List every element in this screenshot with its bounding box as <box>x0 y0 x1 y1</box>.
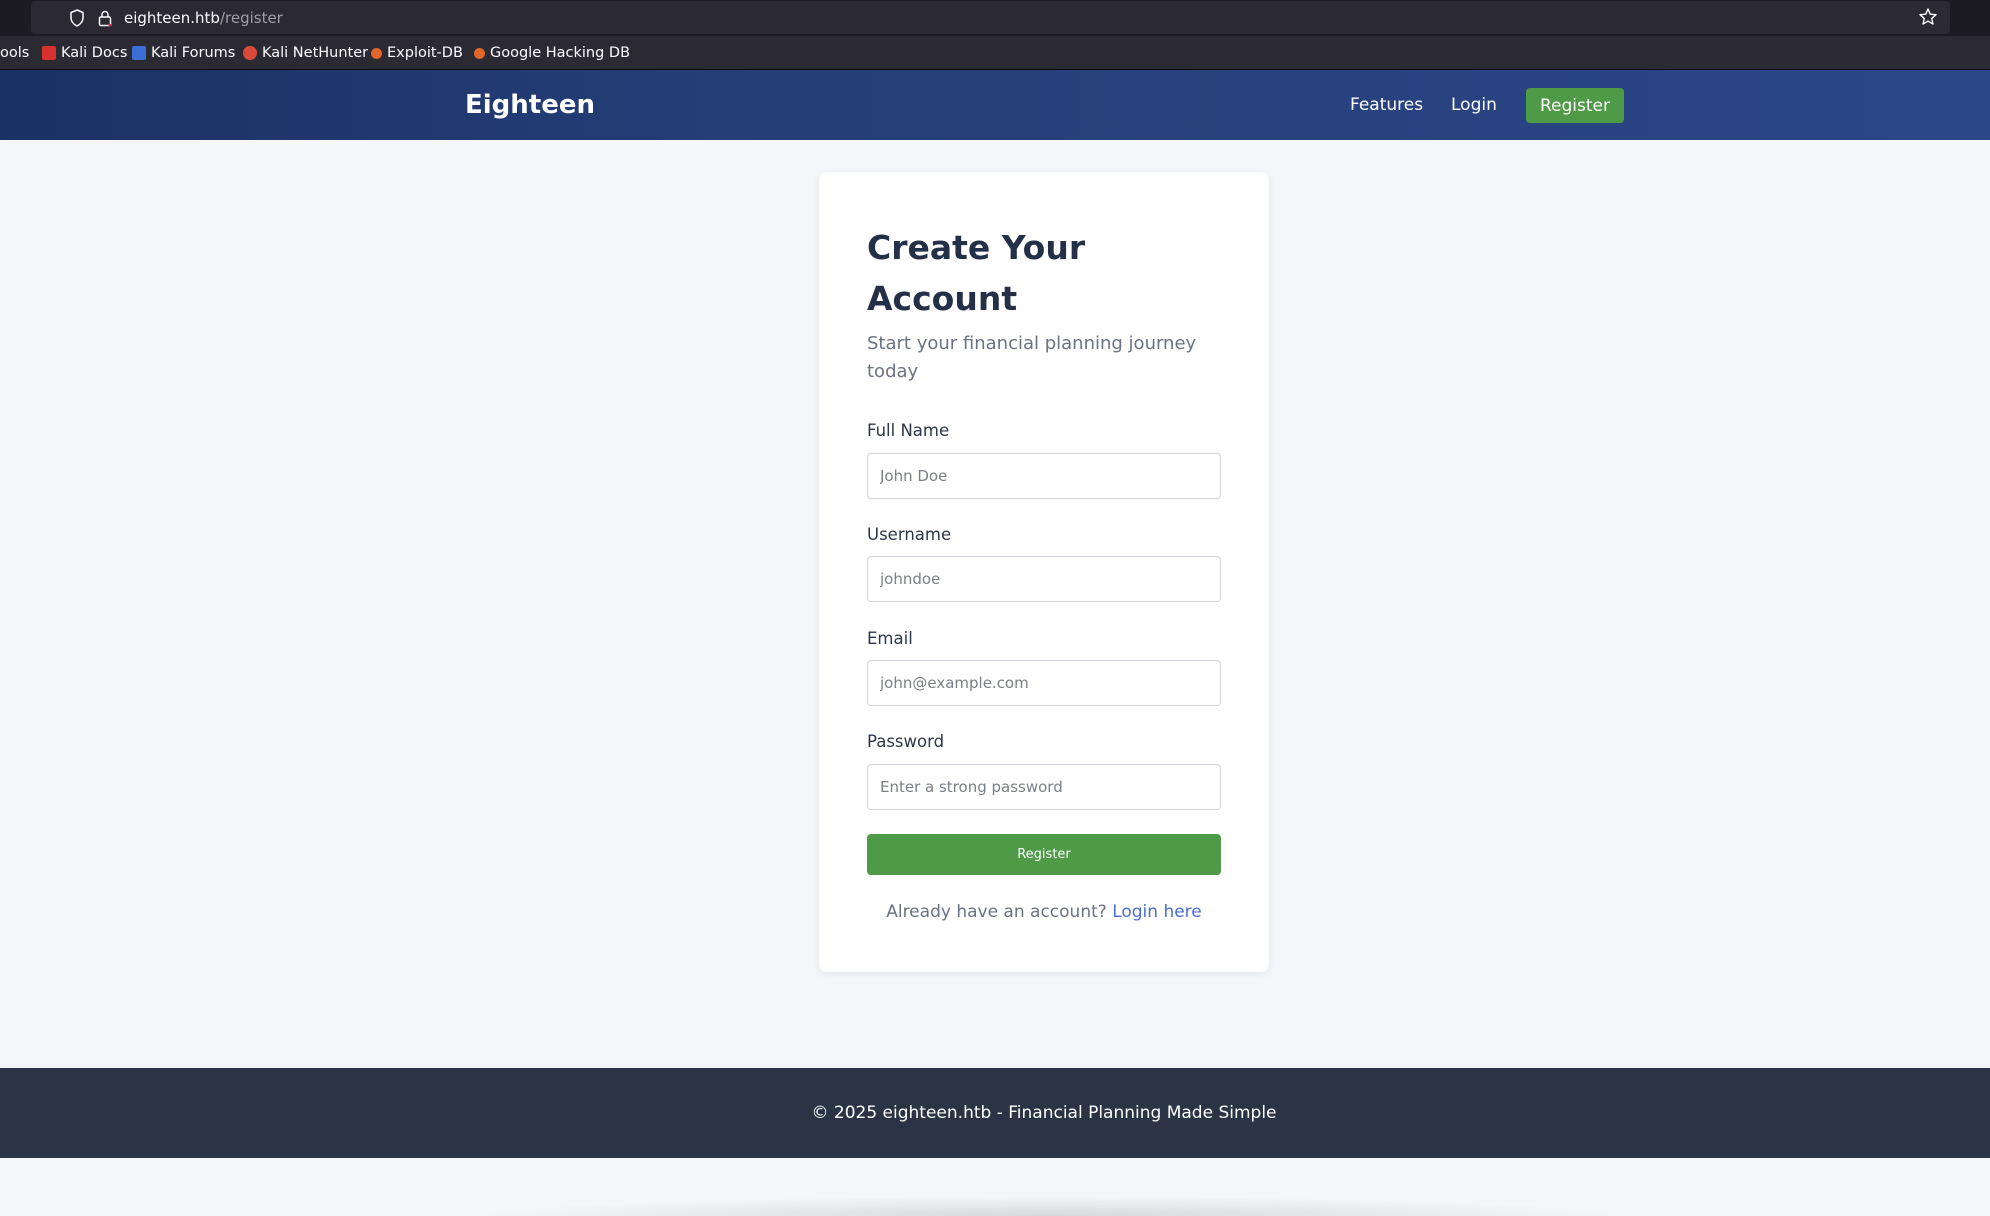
bookmark-kali-nethunter[interactable]: Kali NetHunter <box>243 45 368 61</box>
email-input[interactable] <box>867 660 1221 706</box>
bookmark-label: Kali Forums <box>151 45 236 61</box>
url-host: eighteen.htb <box>124 9 220 27</box>
bookmark-label: Kali Docs <box>61 45 128 61</box>
bookmark-label: Kali NetHunter <box>262 45 369 61</box>
fullname-input[interactable] <box>867 453 1221 499</box>
bookmark-tools[interactable]: ools <box>0 45 29 61</box>
bottom-shadow <box>470 1196 1630 1216</box>
bookmark-star-icon[interactable] <box>1918 7 1938 27</box>
site-navbar: Eighteen Features Login Register <box>0 70 1990 140</box>
page-subtitle: Start your financial planning journey to… <box>867 333 1197 382</box>
exploit-db-icon <box>371 47 382 59</box>
nav-login-link[interactable]: Login <box>1451 95 1497 115</box>
ghdb-icon <box>474 47 485 59</box>
bookmark-google-hacking-db[interactable]: Google Hacking DB <box>474 45 630 61</box>
page-title: Create Your Account <box>867 228 1086 318</box>
address-bar[interactable]: eighteen.htb/register <box>31 1 1950 34</box>
register-card: Create Your Account Start your financial… <box>819 172 1269 972</box>
password-label: Password <box>867 732 945 751</box>
bookmark-label: ools <box>0 45 30 61</box>
login-prompt-text: Already have an account? <box>886 902 1107 922</box>
bookmark-kali-docs[interactable]: Kali Docs <box>42 45 127 61</box>
url-text[interactable]: eighteen.htb/register <box>124 9 283 27</box>
site-footer: © 2025 eighteen.htb - Financial Planning… <box>0 1068 1990 1158</box>
brand-logo[interactable]: Eighteen <box>465 90 595 120</box>
fullname-label: Full Name <box>867 421 950 440</box>
nethunter-icon <box>243 46 257 60</box>
bookmark-label: Exploit-DB <box>387 45 463 61</box>
url-path: /register <box>219 9 283 27</box>
nav-register-button[interactable]: Register <box>1526 88 1624 123</box>
kali-forums-icon <box>132 46 146 60</box>
shield-icon[interactable] <box>69 9 85 27</box>
email-label: Email <box>867 629 913 648</box>
login-here-link[interactable]: Login here <box>1112 902 1202 922</box>
bookmark-label: Google Hacking DB <box>490 45 631 61</box>
password-input[interactable] <box>867 764 1221 810</box>
bookmark-kali-forums[interactable]: Kali Forums <box>132 45 235 61</box>
bookmark-exploit-db[interactable]: Exploit-DB <box>371 45 463 61</box>
username-input[interactable] <box>867 556 1221 602</box>
kali-docs-icon <box>42 46 56 60</box>
bookmarks-toolbar: ools Kali Docs Kali Forums Kali NetHunte… <box>0 36 1990 70</box>
register-submit-button[interactable]: Register <box>867 834 1221 875</box>
browser-toolbar: eighteen.htb/register <box>0 0 1990 36</box>
nav-features-link[interactable]: Features <box>1350 95 1423 115</box>
username-label: Username <box>867 525 952 544</box>
login-prompt: Already have an account? Login here <box>819 902 1269 922</box>
footer-copyright: © 2025 eighteen.htb - Financial Planning… <box>811 1103 1277 1123</box>
lock-icon[interactable] <box>97 9 113 27</box>
